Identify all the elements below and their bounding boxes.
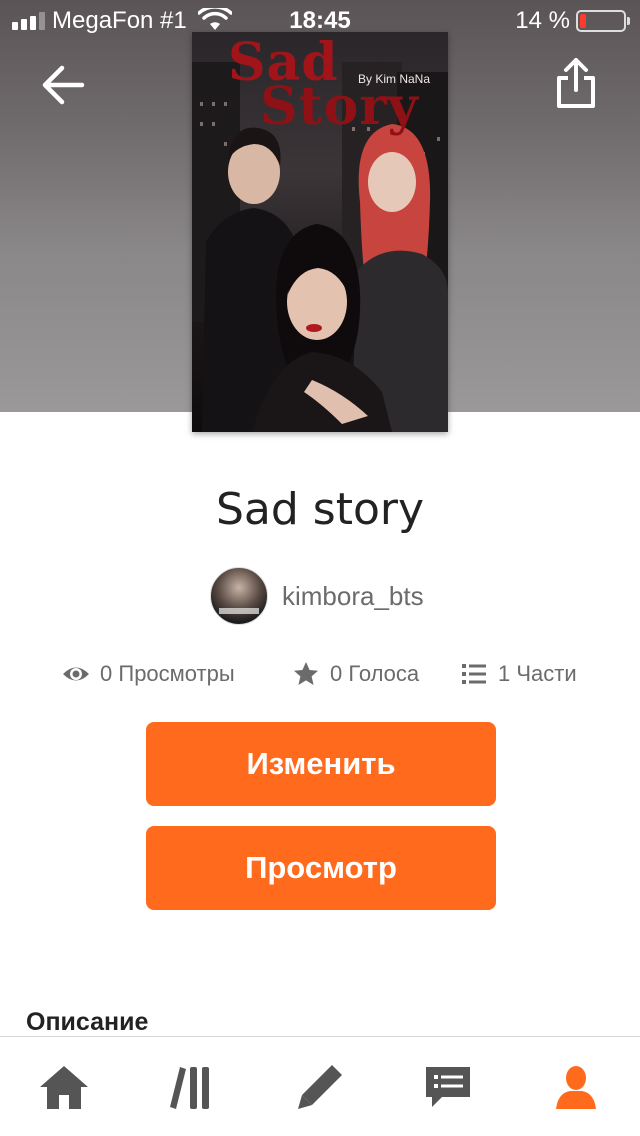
star-icon	[294, 662, 318, 685]
story-cover-image: Sad Story By Kim NaNa	[192, 32, 448, 432]
nav-messages[interactable]	[418, 1059, 478, 1115]
preview-button[interactable]: Просмотр	[146, 826, 496, 910]
description-heading: Описание	[26, 1008, 149, 1036]
story-title: Sad story	[215, 484, 425, 535]
battery-percent: 14 %	[515, 7, 570, 34]
back-arrow-icon[interactable]	[38, 60, 88, 110]
votes-stat: 0 Голоса	[292, 656, 419, 692]
share-icon[interactable]	[552, 56, 600, 112]
battery-level-fill	[580, 14, 586, 28]
author-avatar[interactable]	[210, 567, 268, 625]
author-link[interactable]: kimbora_bts	[210, 566, 424, 626]
profile-icon	[556, 1066, 596, 1109]
author-name[interactable]: kimbora_bts	[282, 581, 424, 612]
battery-icon	[576, 10, 630, 32]
bottom-navigation	[0, 1036, 640, 1136]
messages-icon	[426, 1067, 470, 1107]
nav-write[interactable]	[290, 1059, 350, 1115]
parts-count: 1	[498, 661, 511, 686]
library-icon	[170, 1067, 209, 1109]
views-label: Просмотры	[118, 661, 235, 686]
edit-button[interactable]: Изменить	[146, 722, 496, 806]
parts-label: Части	[516, 661, 577, 686]
votes-label: Голоса	[348, 661, 420, 686]
home-icon	[40, 1066, 88, 1109]
pencil-icon	[298, 1065, 342, 1109]
cover-byline: By Kim NaNa	[358, 72, 431, 86]
eye-icon	[63, 667, 89, 681]
nav-home[interactable]	[34, 1059, 94, 1115]
nav-library[interactable]	[162, 1059, 222, 1115]
list-icon	[462, 664, 486, 684]
votes-count: 0	[330, 661, 343, 686]
nav-profile[interactable]	[546, 1059, 606, 1115]
views-stat: 0 Просмотры	[62, 656, 235, 692]
parts-stat: 1 Части	[460, 656, 577, 692]
story-stats: 0 Просмотры 0 Голоса 1 Части	[0, 656, 640, 692]
views-count: 0	[100, 661, 113, 686]
